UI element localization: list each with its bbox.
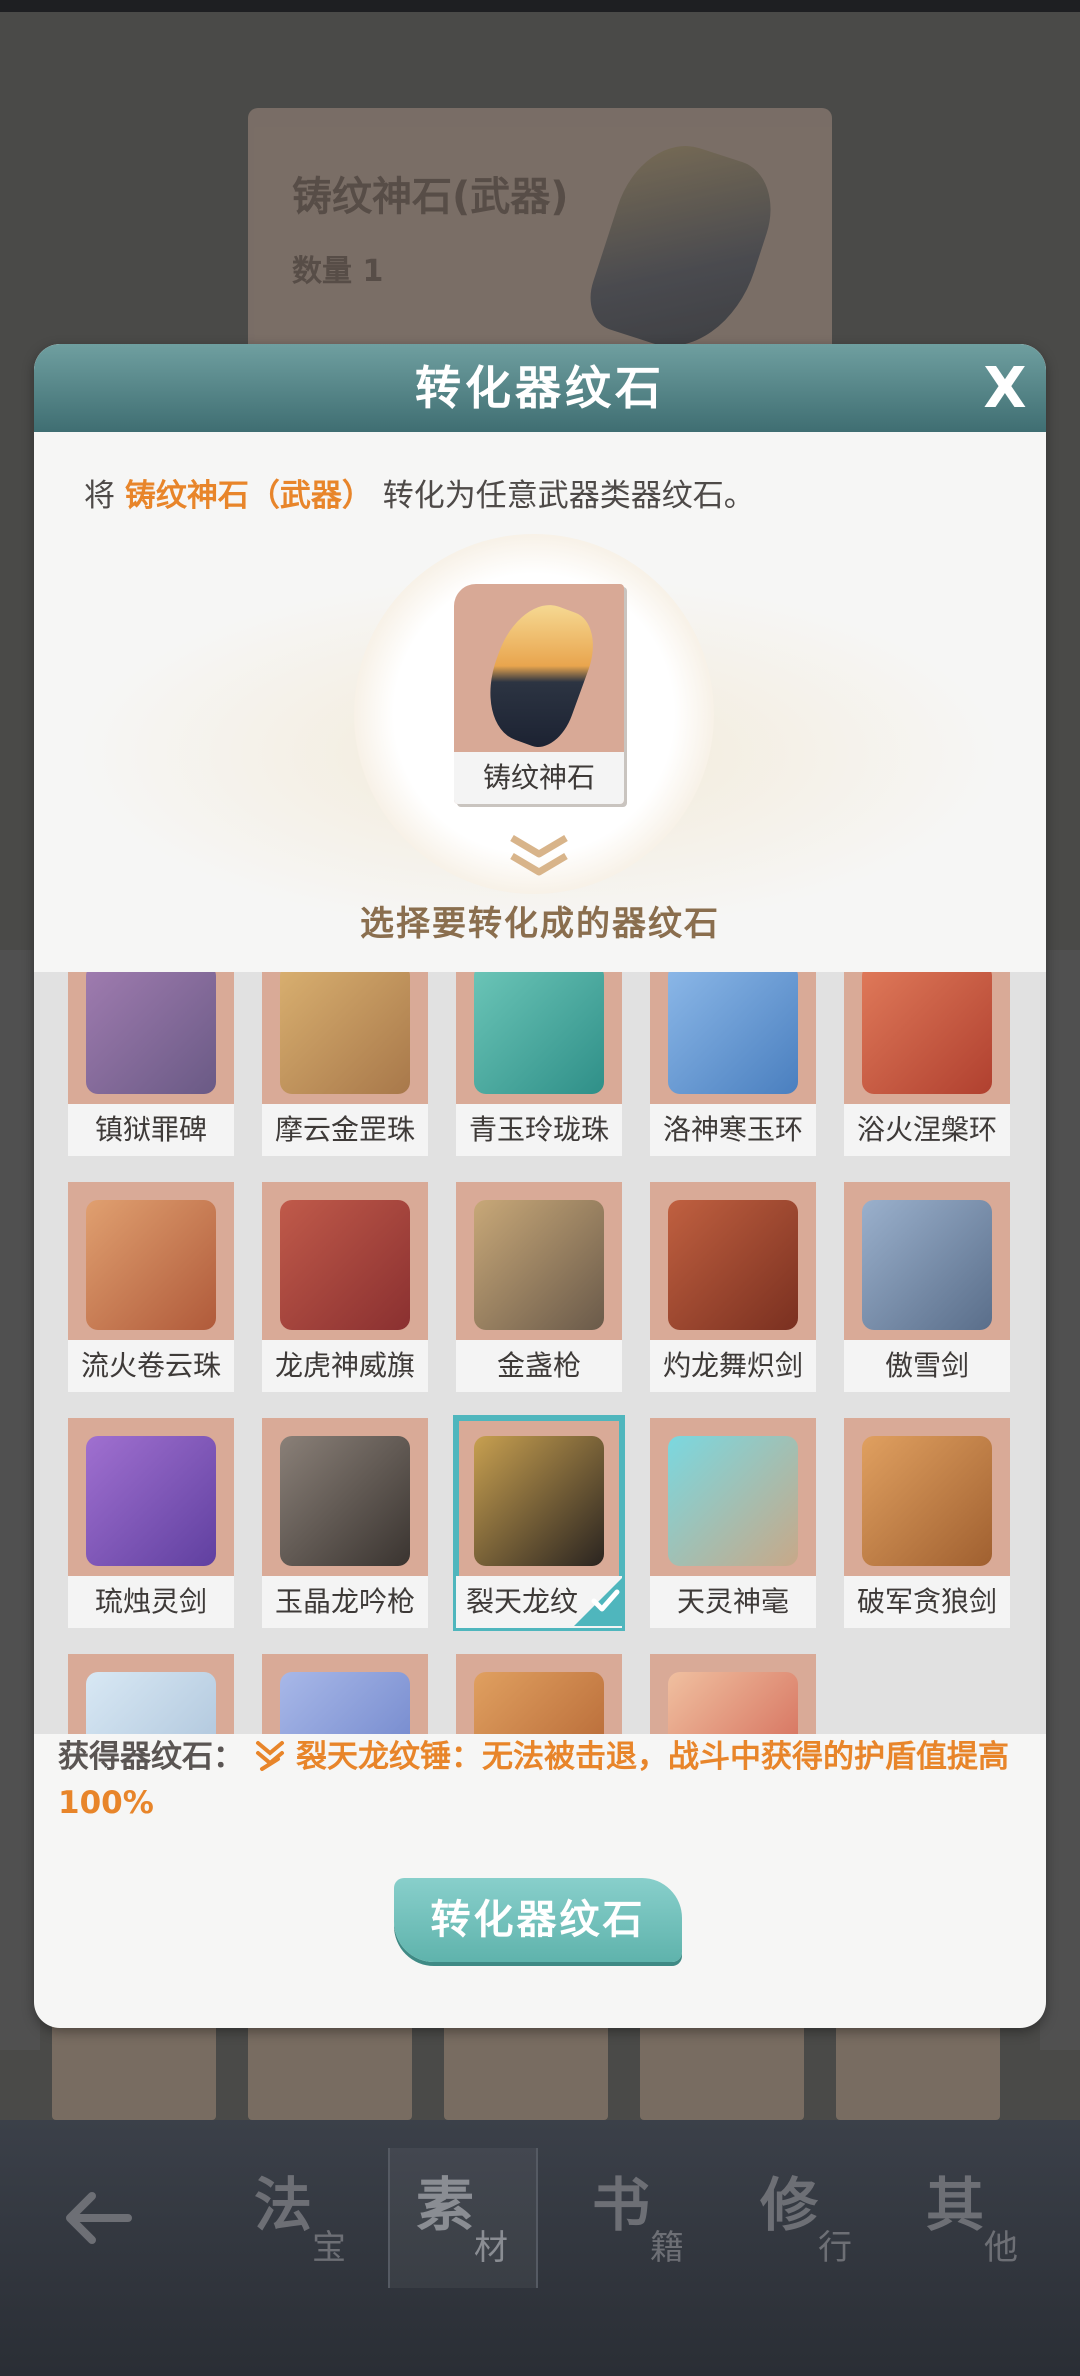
stone-item-name: 灼龙舞炽剑	[650, 1340, 816, 1392]
tab-fabao[interactable]: 法 宝	[228, 2148, 378, 2288]
stone-item-name: 玉晶龙吟枪	[262, 1576, 428, 1628]
source-item-card: 铸纹神石	[454, 584, 624, 804]
stone-item-cell[interactable]: 洛神寒玉环	[650, 972, 816, 1156]
stone-item-cell[interactable]	[68, 1654, 234, 1734]
background-card-count: 数量 1	[292, 254, 384, 289]
tab-label-small: 他	[984, 2228, 1018, 2268]
check-icon	[590, 1586, 620, 1616]
stone-art-icon	[86, 1672, 216, 1734]
stone-item-name: 摩云金罡珠	[262, 1104, 428, 1156]
stone-art-icon	[474, 972, 604, 1094]
stone-item-cell[interactable]: 摩云金罡珠	[262, 972, 428, 1156]
stone-art-icon	[862, 972, 992, 1094]
rune-icon	[252, 1739, 288, 1773]
tab-label-small: 材	[474, 2228, 508, 2268]
stone-item-name: 青玉玲珑珠	[456, 1104, 622, 1156]
stone-art-icon	[862, 1436, 992, 1566]
stone-item-cell[interactable]: 金盏枪	[456, 1182, 622, 1392]
stone-art-icon	[668, 972, 798, 1094]
divine-stone-icon	[472, 592, 606, 756]
tab-label-small: 宝	[312, 2228, 346, 2268]
convert-dialog: 转化器纹石 X 将 铸纹神石（武器） 转化为任意武器类器纹石。 铸纹神石 选择要…	[34, 344, 1046, 2028]
bottom-nav: 法 宝 素 材 书 籍 修 行 其 他	[0, 2120, 1080, 2376]
stone-art-icon	[280, 972, 410, 1094]
select-title: 选择要转化成的器纹石	[360, 904, 720, 944]
stone-item-name: 傲雪剑	[844, 1340, 1010, 1392]
tab-qita[interactable]: 其 他	[900, 2148, 1050, 2288]
tab-label-big: 素	[416, 2171, 475, 2239]
stone-item-name: 琉烛灵剑	[68, 1576, 234, 1628]
stone-item-cell[interactable]: 琉烛灵剑	[68, 1418, 234, 1628]
description-item: 铸纹神石（武器）	[124, 478, 373, 514]
stone-item-cell[interactable]: 灼龙舞炽剑	[650, 1182, 816, 1392]
tab-xiuxing[interactable]: 修 行	[734, 2148, 884, 2288]
tab-label-big: 书	[592, 2171, 651, 2239]
tab-sucai[interactable]: 素 材	[388, 2148, 538, 2288]
tab-label-big: 修	[760, 2171, 819, 2239]
stone-item-name: 龙虎神威旗	[262, 1340, 428, 1392]
dialog-description: 将 铸纹神石（武器） 转化为任意武器类器纹石。	[84, 470, 755, 515]
stone-art-icon	[474, 1436, 604, 1566]
stone-item-cell[interactable]: 青玉玲珑珠	[456, 972, 622, 1156]
description-prefix: 将	[84, 478, 125, 514]
stone-art-icon	[280, 1436, 410, 1566]
stone-art-icon	[86, 1200, 216, 1330]
stone-item-cell[interactable]: 流火卷云珠	[68, 1182, 234, 1392]
stone-item-cell[interactable]	[262, 1654, 428, 1734]
stone-item-cell[interactable]: 裂天龙纹	[453, 1415, 625, 1631]
stone-item-cell[interactable]	[456, 1654, 622, 1734]
convert-button[interactable]: 转化器纹石	[394, 1878, 682, 1962]
stone-art-icon	[474, 1672, 604, 1734]
tab-label-small: 籍	[650, 2228, 684, 2268]
stone-item-name: 天灵神毫	[650, 1576, 816, 1628]
stone-art-icon	[86, 1436, 216, 1566]
stone-item-cell[interactable]: 浴火涅槃环	[844, 972, 1010, 1156]
stone-art-icon	[668, 1436, 798, 1566]
chevron-down-icon	[504, 832, 574, 882]
stone-item-name: 镇狱罪碑	[68, 1104, 234, 1156]
tab-label-big: 其	[926, 2171, 985, 2239]
back-arrow-icon[interactable]	[58, 2178, 138, 2258]
result-label: 获得器纹石：	[58, 1739, 244, 1775]
stone-item-name: 破军贪狼剑	[844, 1576, 1010, 1628]
stone-art-icon	[86, 972, 216, 1094]
stone-art-icon	[280, 1200, 410, 1330]
source-item-label: 铸纹神石	[454, 752, 624, 804]
stone-item-cell[interactable]	[650, 1654, 816, 1734]
stone-art-icon	[668, 1200, 798, 1330]
stone-item-name: 金盏枪	[456, 1340, 622, 1392]
stone-item-name: 洛神寒玉环	[650, 1104, 816, 1156]
stone-art-icon	[668, 1672, 798, 1734]
background-item-card: 铸纹神石(武器) 数量 1	[248, 108, 832, 367]
status-bar	[0, 0, 1080, 12]
stone-art-icon	[280, 1672, 410, 1734]
description-suffix: 转化为任意武器类器纹石。	[372, 478, 755, 514]
background-panel-right	[1040, 950, 1080, 2050]
dialog-title: 转化器纹石	[415, 361, 665, 415]
stone-item-cell[interactable]: 傲雪剑	[844, 1182, 1010, 1392]
stone-art-icon	[474, 1200, 604, 1330]
stone-item-name: 浴火涅槃环	[844, 1104, 1010, 1156]
tab-label-small: 行	[818, 2228, 852, 2268]
tab-label-big: 法	[254, 2171, 313, 2239]
stone-item-cell[interactable]: 天灵神毫	[650, 1418, 816, 1628]
close-button[interactable]: X	[980, 361, 1030, 417]
stone-item-cell[interactable]: 破军贪狼剑	[844, 1418, 1010, 1628]
result-text: 获得器纹石： 裂天龙纹锤：无法被击退，战斗中获得的护盾值提高100%	[58, 1734, 1028, 1826]
stone-art-icon	[862, 1200, 992, 1330]
stone-item-cell[interactable]: 玉晶龙吟枪	[262, 1418, 428, 1628]
stone-icon	[580, 129, 786, 367]
stone-item-name: 流火卷云珠	[68, 1340, 234, 1392]
stone-item-cell[interactable]: 龙虎神威旗	[262, 1182, 428, 1392]
tab-shuji[interactable]: 书 籍	[566, 2148, 716, 2288]
stone-item-cell[interactable]: 镇狱罪碑	[68, 972, 234, 1156]
stone-grid-scroll[interactable]: 镇狱罪碑 摩云金罡珠 青玉玲珑珠 洛神寒玉环 浴火涅槃环流火卷云珠 龙虎神威旗 金盏枪 灼龙舞…	[34, 972, 1046, 1734]
background-card-title: 铸纹神石(武器)	[292, 174, 569, 220]
